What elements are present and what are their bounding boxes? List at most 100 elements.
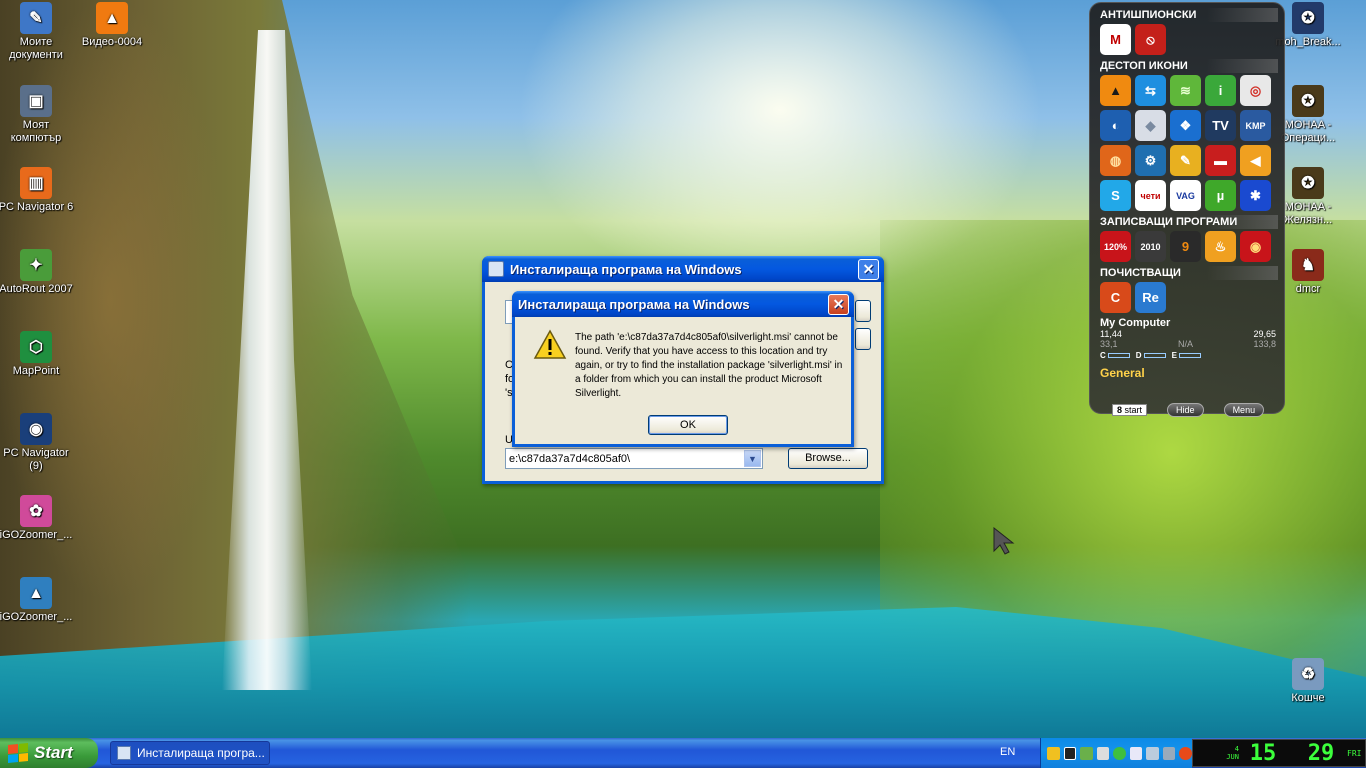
spybot-icon[interactable]: ⦸ — [1135, 24, 1166, 55]
burn-fire-icon[interactable]: ♨ — [1205, 231, 1236, 262]
tv-icon[interactable]: TV — [1205, 110, 1236, 141]
clock-minute: 29 — [1307, 740, 1335, 766]
chevron-down-icon[interactable]: ▼ — [744, 450, 761, 467]
desktop-icon-pc-navigator-9[interactable]: ◉ PC Navigator (9) — [0, 413, 74, 473]
leaf-icon[interactable] — [1113, 746, 1126, 760]
stat-right-bottom: 133,8 — [1253, 339, 1276, 349]
path-value: e:\c87da37a7d4c805af0\ — [509, 452, 631, 465]
my-computer-icon: ▣ — [20, 85, 52, 117]
stat-left-top: 11,44 — [1100, 329, 1122, 339]
desktop-icon-pc-navigator-6[interactable]: ▥ PC Navigator 6 — [0, 167, 74, 214]
info-icon[interactable]: i — [1205, 75, 1236, 106]
error-titlebar[interactable]: Инсталираща програма на Windows ✕ — [512, 291, 854, 317]
burn-icon-row: 120% 2010 9 ♨ ◉ — [1100, 231, 1278, 262]
desktop-icon-igozoomer-2[interactable]: ▲ iGOZoomer_... — [0, 577, 74, 624]
recycle-bin-icon: ♻ — [1292, 658, 1324, 690]
gadget-hide-button[interactable]: Hide — [1167, 403, 1204, 417]
stats-row-bottom: 33,1 N/A 133,8 — [1100, 339, 1276, 349]
chrome-icon[interactable]: ◎ — [1240, 75, 1271, 106]
clean-icon-row: C Re — [1100, 282, 1278, 313]
taskbar-item-label: Инсталираща програ... — [137, 746, 265, 760]
gadget-menu-button[interactable]: Menu — [1223, 403, 1265, 417]
installer-app-icon — [488, 261, 504, 277]
moh-breakthrough-icon: ✪ — [1292, 2, 1324, 34]
start-button[interactable]: Start — [0, 738, 98, 768]
close-icon[interactable]: ✕ — [828, 294, 849, 315]
installer-titlebar[interactable]: Инсталираща програма на Windows ✕ — [482, 256, 884, 282]
desktop-icon-recycle-bin[interactable]: ♻ Кошче — [1270, 658, 1346, 705]
my-documents-icon: ✎ — [20, 2, 52, 34]
taskbar: Start Инсталираща програ... EN 4 JUN 15 … — [0, 738, 1366, 768]
mohaa-iron-icon: ✪ — [1292, 167, 1324, 199]
windows-xp-icon[interactable]: ❖ — [1170, 110, 1201, 141]
desktop-icon-row: Sчети VAG µ ✱ — [1100, 180, 1278, 211]
section-desktop-header: ДЕСТОП ИКОНИ — [1100, 59, 1278, 73]
desktop-icon-autorout-2007[interactable]: ✦ AutoRout 2007 — [0, 249, 74, 296]
revo-icon[interactable]: Re — [1135, 282, 1166, 313]
google-earth-icon[interactable]: ◐ — [1100, 110, 1131, 141]
desktop-icon-mappoint[interactable]: ⬡ MapPoint — [0, 331, 74, 378]
desktop-icon-label: Кошче — [1291, 692, 1325, 704]
chat-icon[interactable] — [1096, 746, 1110, 760]
installer-side-button-1[interactable] — [855, 300, 871, 322]
skype-icon[interactable]: S — [1100, 180, 1131, 211]
speaker-icon[interactable] — [1146, 746, 1159, 760]
paint-icon[interactable]: ✎ — [1170, 145, 1201, 176]
desktop-icon-label: MapPoint — [12, 365, 60, 377]
section-clean-header: ПОЧИСТВАЩИ — [1100, 266, 1278, 280]
desktop-icon-label: Видео-0004 — [81, 36, 143, 48]
stats-row-top: 11,44 29,65 — [1100, 329, 1276, 339]
pc-navigator-9-icon: ◉ — [20, 413, 52, 445]
clock[interactable]: 4 JUN 15 29 FRI — [1192, 739, 1366, 767]
language-indicator[interactable]: EN — [1000, 746, 1015, 758]
avast-icon[interactable]: ▲ — [1100, 75, 1131, 106]
teamviewer-icon[interactable]: ⇆ — [1135, 75, 1166, 106]
alcohol-120-icon[interactable]: 120% — [1100, 231, 1131, 262]
nero-2010-icon[interactable]: 2010 — [1135, 231, 1166, 262]
back-icon[interactable]: ◀ — [1240, 145, 1271, 176]
error-title: Инсталираща програма на Windows — [518, 296, 750, 312]
vag-com-icon[interactable]: VAG — [1170, 180, 1201, 211]
network-icon[interactable]: ⚙ — [1135, 145, 1166, 176]
clock-date: 4 JUN — [1226, 745, 1239, 761]
desktop-icon-igozoomer-1[interactable]: ✿ iGOZoomer_... — [0, 495, 74, 542]
ok-button[interactable]: OK — [648, 415, 728, 435]
nero-9-icon[interactable]: 9 — [1170, 231, 1201, 262]
close-icon[interactable]: ✕ — [858, 259, 879, 280]
bluetooth-icon[interactable]: ✱ — [1240, 180, 1271, 211]
taskbar-item-installer[interactable]: Инсталираща програ... — [110, 741, 270, 765]
general-tab[interactable]: General — [1100, 366, 1278, 380]
desktop-icon-label: PC Navigator (9) — [3, 447, 69, 472]
utorrent-icon[interactable]: µ — [1205, 180, 1236, 211]
malwarebytes-icon[interactable]: M — [1100, 24, 1131, 55]
desktop-icon-label: Моят компютър — [10, 119, 62, 144]
installer-side-button-2[interactable] — [855, 328, 871, 350]
crystal-icon[interactable]: ◆ — [1135, 110, 1166, 141]
stat-mid: N/A — [1177, 339, 1193, 349]
ccleaner-icon[interactable]: C — [1100, 282, 1131, 313]
desktop-icon-label: Моите документи — [9, 36, 63, 61]
installer-task-icon — [117, 746, 131, 760]
desktop-icon-my-computer[interactable]: ▣ Моят компютър — [0, 85, 74, 145]
nero-tray-icon[interactable] — [1179, 746, 1192, 760]
firefox-icon[interactable]: ◍ — [1100, 145, 1131, 176]
bluetooth-tray-icon[interactable] — [1129, 746, 1143, 760]
browse-button[interactable]: Browse... — [788, 448, 868, 469]
desktop-icon-my-documents[interactable]: ✎ Моите документи — [0, 2, 74, 62]
gadget-start-button[interactable]: 8 start — [1112, 404, 1148, 416]
grass-icon[interactable]: ≋ — [1170, 75, 1201, 106]
path-combobox[interactable]: e:\c87da37a7d4c805af0\ ▼ — [505, 448, 763, 469]
kmplayer-icon[interactable]: KMP — [1240, 110, 1271, 141]
drive-d: D — [1136, 351, 1166, 360]
hardware-icon[interactable] — [1162, 746, 1176, 760]
burning-rom-icon[interactable]: ◉ — [1240, 231, 1271, 262]
shield-icon[interactable] — [1047, 746, 1060, 760]
network-icon[interactable] — [1080, 746, 1093, 760]
desktop-icon-video-0004[interactable]: ▲ Видео-0004 — [74, 2, 150, 49]
dmcr-icon: ♞ — [1292, 249, 1324, 281]
windows-logo-icon — [8, 742, 28, 764]
audio-icon[interactable]: чети — [1135, 180, 1166, 211]
screen-icon[interactable]: ▬ — [1205, 145, 1236, 176]
eight-start-icon[interactable] — [1063, 746, 1077, 760]
section-burn-header: ЗАПИСВАЩИ ПРОГРАМИ — [1100, 215, 1278, 229]
